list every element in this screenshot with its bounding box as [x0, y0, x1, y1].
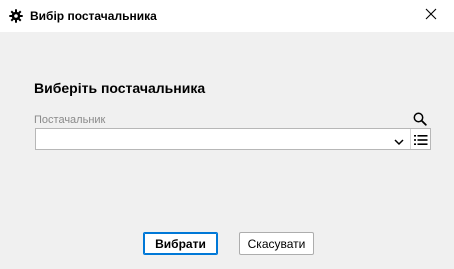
select-button[interactable]: Вибрати: [143, 232, 218, 255]
close-button[interactable]: [408, 0, 454, 32]
close-icon: [425, 7, 437, 25]
list-icon[interactable]: [414, 133, 428, 145]
supplier-field-label: Постачальник: [34, 114, 106, 126]
supplier-combobox[interactable]: [35, 128, 431, 150]
title-bar: Вибір постачальника: [0, 0, 454, 32]
dialog-heading: Виберіть постачальника: [34, 80, 206, 96]
gear-icon: [9, 9, 23, 23]
chevron-down-icon[interactable]: [393, 134, 405, 146]
search-icon[interactable]: [413, 112, 427, 126]
combo-divider: [410, 129, 411, 149]
cancel-button[interactable]: Скасувати: [239, 232, 314, 255]
dialog-body: Виберіть постачальника Постачальник Вибр…: [0, 32, 454, 269]
window-title: Вибір постачальника: [30, 9, 157, 23]
